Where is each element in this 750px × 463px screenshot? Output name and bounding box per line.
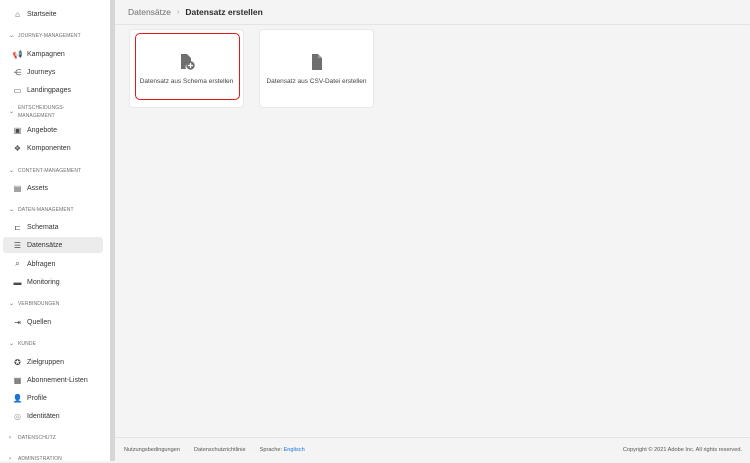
breadcrumb-separator: › bbox=[177, 8, 180, 16]
label: CONTENT-MANAGEMENT bbox=[18, 168, 82, 174]
label: ADMINISTRATION bbox=[18, 456, 62, 462]
chevron-down-icon: ⌄ bbox=[9, 301, 15, 307]
chevron-right-icon: › bbox=[9, 435, 12, 441]
user-icon: 👤 bbox=[12, 393, 23, 403]
chevron-down-icon: ⌄ bbox=[9, 168, 15, 174]
browser-icon: ▭ bbox=[13, 85, 22, 95]
offer-icon: ▣ bbox=[13, 125, 22, 135]
language-link[interactable]: Englisch bbox=[284, 447, 305, 453]
sidebar-item-abfragen[interactable]: ⌕ Abfragen bbox=[3, 256, 103, 272]
assets-icon: ▤ bbox=[13, 183, 22, 193]
label: Komponenten bbox=[27, 144, 71, 152]
footer: Nutzungsbedingungen Datenschutzrichtlini… bbox=[115, 437, 750, 461]
breadcrumb: Datensätze › Datensatz erstellen bbox=[115, 0, 750, 25]
sidebar-item-komponenten[interactable]: ❖ Komponenten bbox=[3, 140, 103, 156]
label: DATENSCHUTZ bbox=[18, 435, 56, 441]
sidebar-item-assets[interactable]: ▤ Assets bbox=[3, 180, 103, 196]
sidebar-item-angebote[interactable]: ▣ Angebote bbox=[3, 122, 103, 138]
sidebar-item-zielgruppen[interactable]: ✪ Zielgruppen bbox=[3, 354, 103, 370]
sidebar-item-startseite[interactable]: ⌂ Startseite bbox=[3, 6, 103, 22]
schema-icon: ⊏ bbox=[14, 222, 21, 232]
sidebar-item-journeys[interactable]: ⋲ Journeys bbox=[3, 64, 103, 80]
label: Angebote bbox=[27, 126, 57, 134]
sidebar-item-datensaetze[interactable]: ☰ Datensätze bbox=[3, 237, 103, 253]
label: Abfragen bbox=[27, 260, 56, 268]
query-icon: ⌕ bbox=[15, 259, 20, 268]
chevron-down-icon: ⌄ bbox=[9, 109, 15, 115]
sidebar-item-kampagnen[interactable]: 📢 Kampagnen bbox=[3, 46, 103, 62]
sidebar-item-profile[interactable]: 👤 Profile bbox=[3, 390, 103, 406]
chevron-right-icon: › bbox=[9, 456, 12, 462]
database-icon: ☰ bbox=[13, 240, 22, 250]
breadcrumb-parent[interactable]: Datensätze bbox=[128, 7, 171, 17]
section-administration[interactable]: › ADMINISTRATION bbox=[9, 455, 62, 463]
import-icon: ⇥ bbox=[14, 317, 21, 327]
create-from-csv-card[interactable]: Datensatz aus CSV-Datei erstellen bbox=[260, 30, 373, 107]
label: Quellen bbox=[27, 318, 52, 326]
section-datenschutz[interactable]: › DATENSCHUTZ bbox=[9, 434, 56, 442]
privacy-link[interactable]: Datenschutzrichtlinie bbox=[194, 447, 246, 453]
label: Landingpages bbox=[27, 86, 71, 94]
sidebar-item-quellen[interactable]: ⇥ Quellen bbox=[3, 314, 103, 330]
card-label: Datensatz aus Schema erstellen bbox=[139, 77, 234, 85]
chevron-down-icon: ⌄ bbox=[9, 33, 15, 39]
label: Startseite bbox=[27, 10, 57, 18]
label: Journeys bbox=[27, 68, 56, 76]
terms-link[interactable]: Nutzungsbedingungen bbox=[124, 447, 180, 453]
components-icon: ❖ bbox=[13, 143, 22, 153]
label: VERBINDUNGEN bbox=[18, 301, 60, 307]
label: Profile bbox=[27, 394, 47, 402]
section-kunde[interactable]: ⌄ KUNDE bbox=[9, 340, 36, 348]
monitor-icon: ▬ bbox=[13, 277, 22, 287]
language-label: Sprache: bbox=[259, 446, 282, 453]
card-label: Datensatz aus CSV-Datei erstellen bbox=[266, 77, 367, 85]
sidebar-item-abonnement-listen[interactable]: ▦ Abonnement-Listen bbox=[3, 372, 103, 388]
journey-icon: ⋲ bbox=[13, 67, 22, 77]
label: Monitoring bbox=[27, 278, 60, 286]
fingerprint-icon: ◎ bbox=[14, 411, 21, 421]
label: KUNDE bbox=[18, 341, 37, 347]
audience-icon: ✪ bbox=[14, 357, 21, 367]
sidebar-scrollbar[interactable] bbox=[110, 0, 115, 461]
page-title: Datensatz erstellen bbox=[185, 7, 263, 17]
label: Identitäten bbox=[27, 412, 60, 420]
section-entscheidungs-management[interactable]: ⌄ ENTSCHEIDUNGS- MANAGEMENT bbox=[9, 104, 64, 120]
label: Schemata bbox=[27, 223, 59, 231]
label: JOURNEY-MANAGEMENT bbox=[18, 33, 81, 39]
label: Assets bbox=[27, 184, 49, 192]
create-from-schema-card[interactable]: Datensatz aus Schema erstellen bbox=[130, 30, 243, 107]
chevron-down-icon: ⌄ bbox=[9, 207, 15, 213]
sidebar-item-monitoring[interactable]: ▬ Monitoring bbox=[3, 274, 103, 290]
sidebar-item-identitaeten[interactable]: ◎ Identitäten bbox=[3, 408, 103, 424]
label: Abonnement-Listen bbox=[27, 376, 88, 384]
sidebar-item-schemata[interactable]: ⊏ Schemata bbox=[3, 219, 103, 235]
copyright: Copyright © 2021 Adobe Inc. All rights r… bbox=[622, 446, 742, 453]
home-icon: ⌂ bbox=[15, 9, 20, 19]
label: Datensätze bbox=[27, 241, 63, 249]
schema-add-icon bbox=[180, 53, 195, 70]
megaphone-icon: 📢 bbox=[12, 49, 23, 59]
label: MANAGEMENT bbox=[18, 113, 55, 119]
chevron-down-icon: ⌄ bbox=[9, 341, 15, 347]
file-icon bbox=[311, 53, 322, 70]
list-icon: ▦ bbox=[13, 375, 22, 385]
section-journey-management[interactable]: ⌄ JOURNEY-MANAGEMENT bbox=[9, 32, 81, 40]
section-content-management[interactable]: ⌄ CONTENT-MANAGEMENT bbox=[9, 167, 81, 175]
section-verbindungen[interactable]: ⌄ VERBINDUNGEN bbox=[9, 300, 59, 308]
sidebar: ⌂ Startseite ⌄ JOURNEY-MANAGEMENT 📢 Kampagn… bbox=[0, 0, 110, 463]
label: ENTSCHEIDUNGS- bbox=[18, 105, 65, 111]
section-daten-management[interactable]: ⌄ DATEN-MANAGEMENT bbox=[9, 206, 74, 214]
label: Kampagnen bbox=[27, 50, 65, 58]
label: DATEN-MANAGEMENT bbox=[18, 207, 74, 213]
label: Zielgruppen bbox=[27, 358, 64, 366]
sidebar-item-landingpages[interactable]: ▭ Landingpages bbox=[3, 82, 103, 98]
